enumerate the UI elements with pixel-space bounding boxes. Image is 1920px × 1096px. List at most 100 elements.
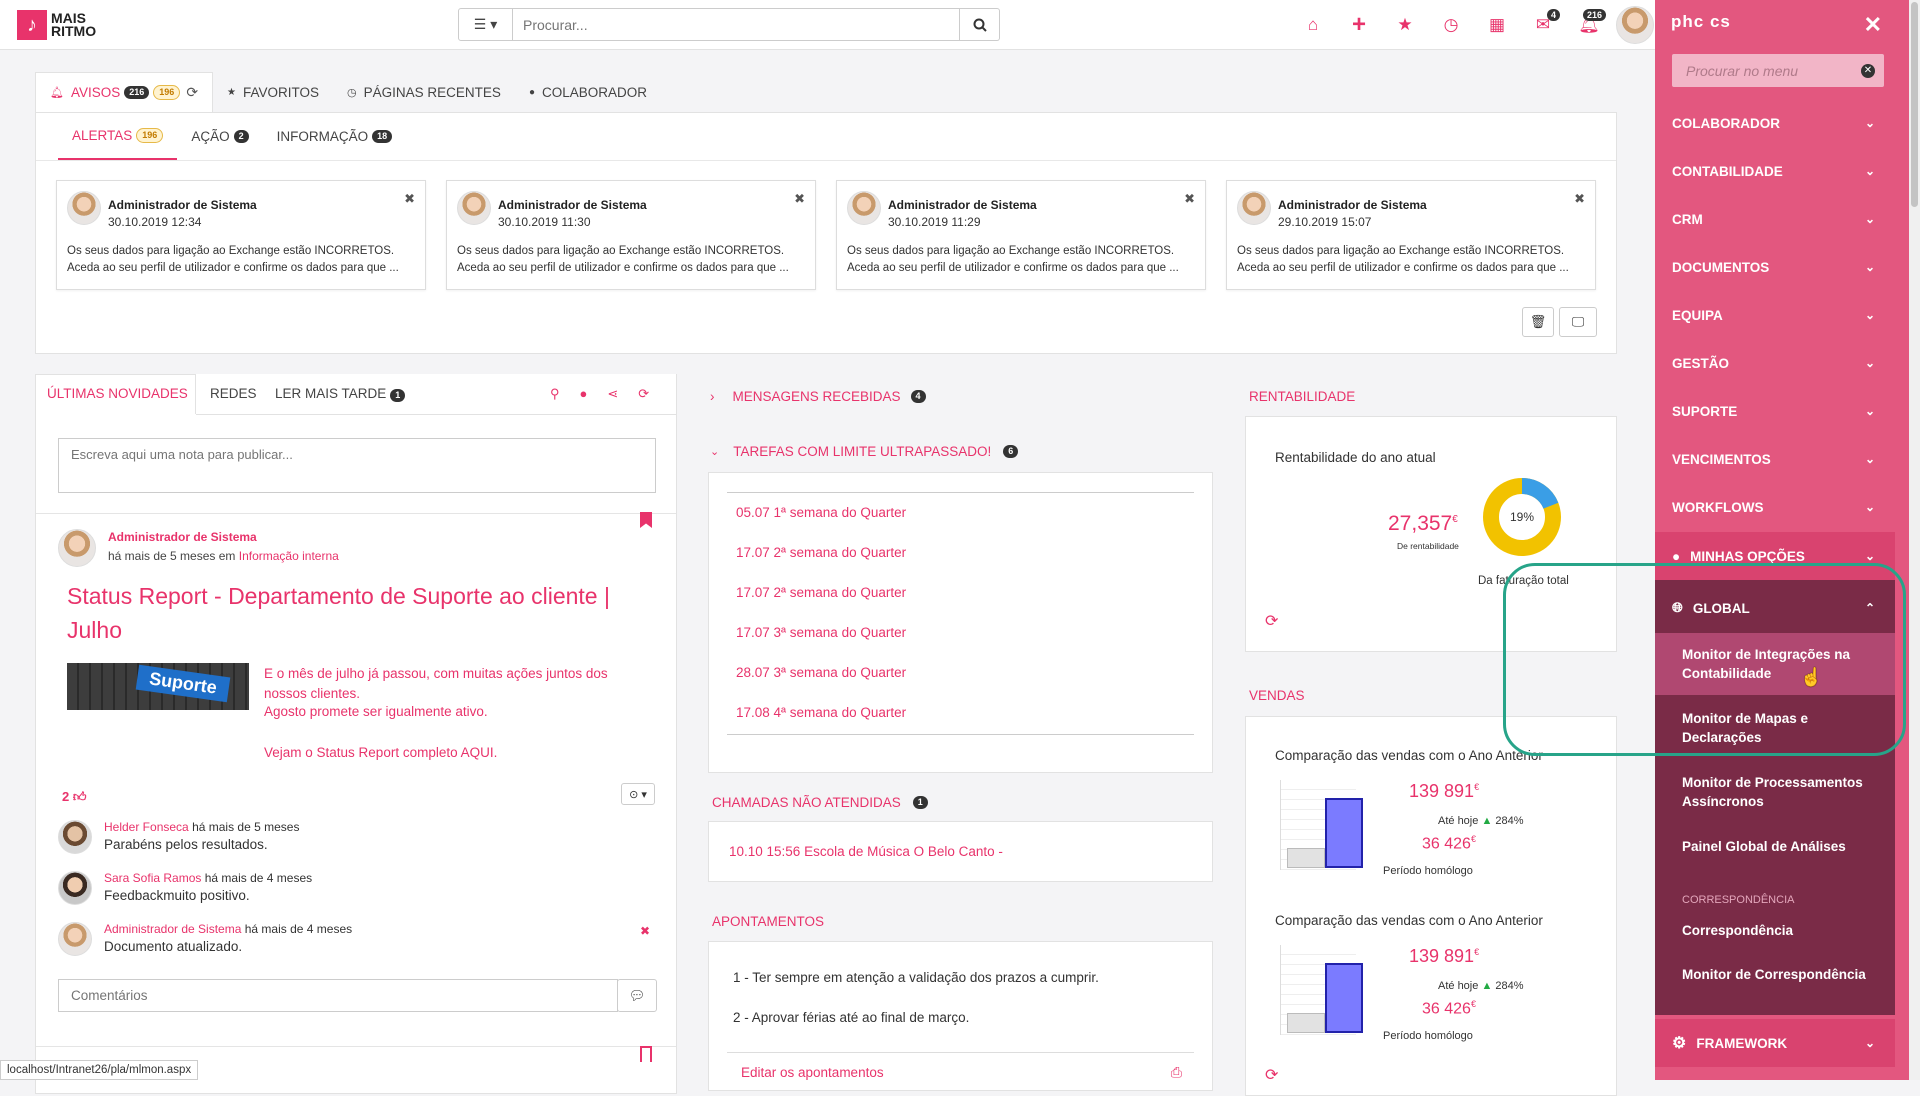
post-link[interactable]: Vejam o Status Report completo AQUI. [264,745,497,760]
submenu-item-monitor-processamentos[interactable]: Monitor de Processamentos Assíncronos [1655,773,1865,811]
sidebar-item-contabilidade[interactable]: CONTABILIDADE ⌄ [1655,147,1895,195]
sidebar-item-framework[interactable]: ⚙ FRAMEWORK ⌄ [1655,1019,1895,1067]
task-item[interactable]: 17.07 3ª semana do Quarter [736,625,906,640]
comment-author[interactable]: Helder Fonseca [104,820,189,834]
call-item[interactable]: 10.10 15:56 Escola de Música O Belo Cant… [729,844,1003,859]
task-item[interactable]: 28.07 3ª semana do Quarter [736,665,906,680]
refresh-icon[interactable]: ⟳ [638,386,649,402]
alert-card[interactable]: Administrador de Sistema 30.10.2019 12:3… [56,180,426,290]
submenu-item-monitor-correspondencia[interactable]: Monitor de Correspondência [1655,965,1895,984]
delete-button[interactable]: 🗑︎ [1522,307,1554,337]
tab-badge: 216 [124,86,150,99]
display-button[interactable]: 🖵 [1559,307,1597,337]
note-input[interactable] [58,438,656,493]
refresh-icon[interactable]: ⟳ [186,84,198,101]
section-badge: 1 [912,796,928,809]
tasks-header[interactable]: ⌄ TAREFAS COM LIMITE ULTRAPASSADO! 6 [710,444,1019,459]
currency: € [1452,514,1458,525]
tab-redes[interactable]: REDES [210,386,257,401]
post-title[interactable]: Status Report - Departamento de Suporte … [67,579,657,647]
sidebar-item-crm[interactable]: CRM ⌄ [1655,195,1895,243]
edit-appointments-link[interactable]: Editar os apontamentos [741,1065,884,1080]
refresh-icon[interactable]: ⟳ [1265,611,1278,631]
tab-avisos[interactable]: 🔔︎ AVISOS 216 196 ⟳ [35,72,214,112]
list-icon: ☰ ▾ [473,16,498,32]
bookmark-icon[interactable] [640,512,652,528]
sidebar-item-colaborador[interactable]: COLABORADOR ⌄ [1655,99,1895,147]
tab-favoritos[interactable]: ★ FAVORITOS [213,72,333,112]
tab-ler-mais-tarde[interactable]: LER MAIS TARDE 1 [275,386,406,402]
tab-alertas[interactable]: ALERTAS 196 [58,113,178,160]
options-dropdown[interactable]: ⊙ ▾ [621,783,655,805]
calendar-button[interactable]: ▦ [1474,0,1520,50]
refresh-icon[interactable]: ⟳ [1265,1065,1278,1085]
home-button[interactable]: ⌂ [1290,0,1336,50]
close-icon[interactable]: ✕ [1864,12,1882,38]
sidebar-scrollbar[interactable] [1909,0,1920,1080]
alert-card[interactable]: Administrador de Sistema 30.10.2019 11:3… [446,180,816,290]
comment-input[interactable] [58,979,618,1012]
alert-card[interactable]: Administrador de Sistema 29.10.2019 15:0… [1226,180,1596,290]
post-thumbnail[interactable]: Suporte [67,663,249,710]
tab-acao[interactable]: AÇÃO 2 [177,113,262,160]
recent-button[interactable]: ◷ [1428,0,1474,50]
comment-author[interactable]: Sara Sofia Ramos [104,871,201,885]
mail-count: 4 [1546,9,1560,21]
favorites-button[interactable]: ★ [1382,0,1428,50]
tab-badge: 2 [233,130,249,143]
tab-ultimas-novidades[interactable]: ÚLTIMAS NOVIDADES [47,386,188,401]
search-input[interactable] [513,8,960,41]
submenu-item-painel-global[interactable]: Painel Global de Análises [1655,837,1895,856]
post-category-link[interactable]: Informação interna [239,549,339,563]
calls-header[interactable]: CHAMADAS NÃO ATENDIDAS 1 [712,795,928,810]
comment-author[interactable]: Administrador de Sistema [104,922,241,936]
task-item[interactable]: 17.07 2ª semana do Quarter [736,545,906,560]
submenu-item-correspondencia[interactable]: Correspondência [1655,921,1895,940]
task-item[interactable]: 17.08 4ª semana do Quarter [736,705,906,720]
clear-icon[interactable]: ✕ [1861,64,1875,78]
logo[interactable]: ♪ MAIS RITMO [17,10,111,40]
tab-paginas-recentes[interactable]: ◷ PÁGINAS RECENTES [333,72,515,112]
sidebar-item-vencimentos[interactable]: VENCIMENTOS ⌄ [1655,435,1895,483]
close-icon[interactable]: ✖ [404,191,415,207]
scrollbar-thumb[interactable] [1911,2,1918,207]
add-button[interactable]: + [1336,0,1382,50]
sidebar-item-equipa[interactable]: EQUIPA ⌄ [1655,291,1895,339]
task-item[interactable]: 05.07 1ª semana do Quarter [736,505,906,520]
avatar [1616,6,1654,44]
print-icon[interactable]: ⎙ [1171,1064,1182,1081]
phc-logo[interactable]: phc cs [1671,12,1731,32]
messages-header[interactable]: › MENSAGENS RECEBIDAS 4 [710,389,926,404]
menu-search-input[interactable]: Procurar no menu ✕ [1672,54,1884,87]
close-icon[interactable]: ✖ [1184,191,1195,207]
chevron-down-icon: ⌄ [1864,500,1875,514]
sales-current-value: 139 891 [1409,781,1475,801]
tab-colaborador[interactable]: ● COLABORADOR [515,72,661,112]
notifications-button[interactable]: 🔔︎ 216 [1566,0,1612,50]
sidebar-item-suporte[interactable]: SUPORTE ⌄ [1655,387,1895,435]
sidebar-item-documentos[interactable]: DOCUMENTOS ⌄ [1655,243,1895,291]
alerts-panel: ALERTAS 196 AÇÃO 2 INFORMAÇÃO 18 Administra… [35,112,1617,354]
likes[interactable]: 2 👍︎ [62,789,86,805]
sidebar-item-gestao[interactable]: GESTÃO ⌄ [1655,339,1895,387]
post-author[interactable]: Administrador de Sistema [108,530,257,544]
alert-text: Os seus dados para ligação ao Exchange e… [847,243,1197,277]
task-item[interactable]: 17.07 2ª semana do Quarter [736,585,906,600]
alert-card[interactable]: Administrador de Sistema 30.10.2019 11:2… [836,180,1206,290]
search-filter-dropdown[interactable]: ☰ ▾ [458,8,513,41]
mail-button[interactable]: ✉ 4 [1520,0,1566,50]
tab-informacao[interactable]: INFORMAÇÃO 18 [263,113,407,160]
user-avatar-button[interactable] [1612,0,1658,50]
share-icon[interactable]: ⋖ [607,386,618,402]
sidebar-item-workflows[interactable]: WORKFLOWS ⌄ [1655,483,1895,531]
bookmark-icon[interactable] [640,1046,652,1062]
alert-line: Aceda ao seu perfil de utilizador e conf… [1237,262,1569,274]
menu-search-placeholder: Procurar no menu [1686,63,1799,79]
search-button[interactable] [960,8,1000,41]
user-icon[interactable]: ● [580,386,588,402]
close-icon[interactable]: ✖ [1574,191,1585,207]
send-comment-button[interactable]: 💬︎ [617,979,657,1012]
close-icon[interactable]: ✖ [640,924,650,938]
search-icon[interactable]: ⚲ [550,386,560,402]
close-icon[interactable]: ✖ [794,191,805,207]
